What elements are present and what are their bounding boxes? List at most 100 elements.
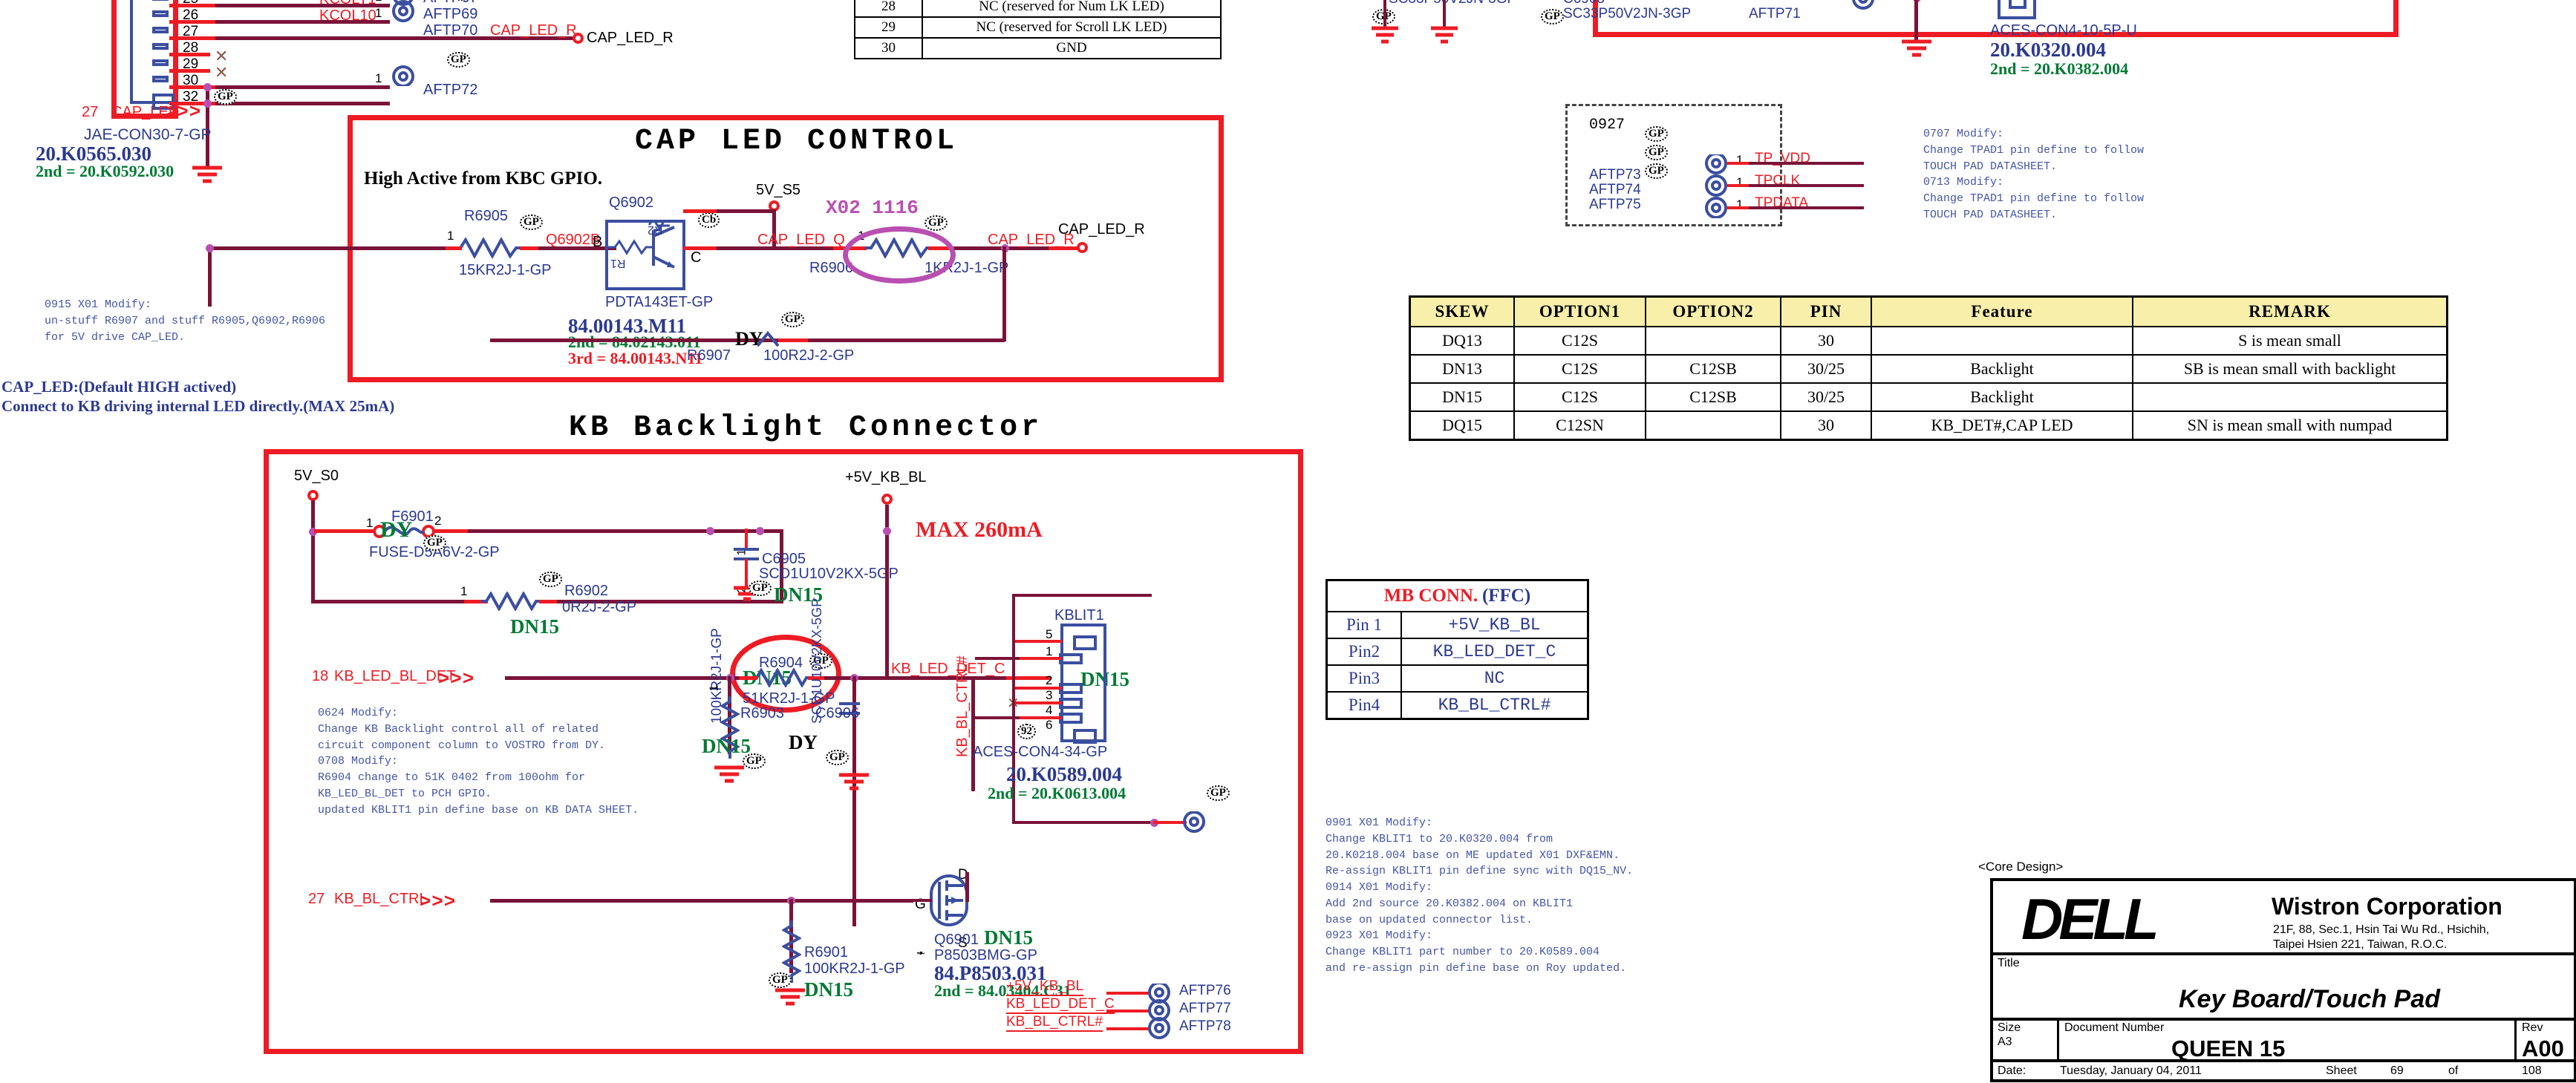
pin-cell: 30	[854, 37, 923, 59]
cell-remark: SN is mean small with numpad	[2132, 410, 2448, 441]
ffc-title-row: MB CONN. (FFC)	[1326, 579, 1589, 612]
title-block-date-row: Date: Tuesday, January 04, 2011 Sheet 69…	[1993, 1062, 2574, 1083]
cell-option1: C12S	[1513, 326, 1646, 356]
cell-pin: 30/25	[1780, 382, 1872, 412]
gp-badge-icon: GP	[1645, 163, 1668, 179]
pin-number-1: 1	[375, 71, 382, 85]
q6902-ref-label: Q6902	[609, 194, 654, 211]
testpoint-symbols	[390, 0, 420, 90]
port-cap-led-r	[573, 33, 584, 44]
ffc-signal-1: +5V_KB_BL	[1401, 611, 1589, 639]
cap-c6903-value: SC33P50V2JN-3GP	[1563, 6, 1692, 22]
cell-option2	[1645, 410, 1781, 441]
gp-badge-icon: GP	[1645, 145, 1668, 160]
touchpad-note: 0707 Modify: Change TPAD1 pin define to …	[1923, 128, 2145, 221]
testpoint-aftp75: AFTP75	[1589, 197, 1641, 212]
junction-dot	[206, 244, 214, 252]
ffc-signal-2: KB_LED_DET_C	[1401, 638, 1589, 666]
table-row: DQ13 C12S 30 S is mean small	[1409, 326, 2448, 356]
date-label: Date:	[1998, 1064, 2026, 1077]
ground-symbol	[189, 165, 225, 187]
net-label-cap-led: CAP_LED	[111, 104, 180, 120]
rail-5v-kb-bl: +5V_KB_BL	[845, 469, 927, 485]
rail-pin-5v-kb-bl	[881, 494, 893, 505]
testpoint-icon	[1183, 811, 1208, 839]
f6901-stuff-dy: DY	[380, 517, 413, 542]
capacitor-symbols	[1370, 0, 1548, 51]
connector-pin-definition-table: 27 NC (reserved for Caps LK LED) 28 NC (…	[854, 0, 1222, 59]
rev-label: Rev	[2522, 1021, 2543, 1034]
r6905-value: 15KR2J-1-GP	[459, 262, 552, 278]
testpoint-aftp71: AFTP71	[1749, 6, 1801, 22]
junction-dot	[203, 99, 212, 108]
junction-dot	[706, 527, 714, 535]
touchpad-connector-pn: 20.K0320.004	[1990, 39, 2107, 61]
q6902-collector-label: C	[691, 249, 702, 266]
pin-number-1: 1	[1736, 175, 1744, 189]
junction-dot	[203, 83, 212, 91]
col-remark: REMARK	[2132, 295, 2448, 327]
touchpad-connector-pn2: 2nd = 20.K0382.004	[1990, 59, 2129, 78]
desc-cell: NC (reserved for Scroll LK LED)	[922, 16, 1222, 39]
net-kb-led-det-c: KB_LED_DET_C	[891, 661, 1005, 677]
q6902-pn3: 3rd = 84.00143.N11	[568, 349, 703, 367]
net-kb-led-bl-det: KB_LED_BL_DET	[334, 668, 456, 684]
gp-badge-icon: GP	[447, 52, 470, 68]
r6907-ref: R6907	[687, 347, 731, 364]
pin-number-1: 1	[708, 684, 721, 692]
kb-connector-ref: JAE-CON30-7-GP	[84, 126, 212, 143]
cell-skew: DQ13	[1409, 326, 1515, 356]
out-net-5v-kb-bl: +5V_KB_BL	[1006, 978, 1084, 996]
q6902-part: PDTA143ET-GP	[605, 294, 714, 310]
r6902-resistor-symbol	[481, 590, 548, 615]
ffc-title-blue: (FFC)	[1481, 586, 1531, 606]
cell-skew: DQ15	[1409, 410, 1515, 441]
touchpad-testpoint-icon	[1852, 0, 1877, 20]
cell-pin: 30	[1780, 410, 1872, 441]
ffc-pin-4: Pin4	[1326, 691, 1402, 720]
gp-badge-icon: GP	[1645, 126, 1668, 142]
page-title: Key Board/Touch Pad	[2179, 985, 2441, 1013]
net-cap-led-q: CAP_LED_Q	[757, 232, 845, 248]
kblit1-revision-note: 0901 X01 Modify: Change KBLIT1 to 20.K03…	[1326, 817, 1634, 975]
c6905-value: SCD1U10V2KX-5GP	[759, 566, 899, 582]
sheet-number: 69	[2390, 1064, 2404, 1077]
q6902-base-label: B	[593, 234, 603, 250]
r6903-value: 100KR2J-1-GP	[709, 628, 725, 724]
ground-symbol	[1899, 39, 1934, 61]
document-number-label: Document Number	[2064, 1021, 2165, 1034]
r6901-dn15: DN15	[804, 978, 853, 1001]
table-row: Pin2 KB_LED_DET_C	[1326, 638, 1589, 666]
gp-badge-icon: GP	[539, 572, 562, 587]
table-row: 29 NC (reserved for Scroll LK LED)	[854, 16, 1222, 39]
pin-number-1: 1	[1888, 0, 1896, 2]
company-address-line2: Taipei Hsien 221, Taiwan, R.O.C.	[2273, 938, 2448, 951]
pin-number-1: 1	[1736, 153, 1744, 167]
sheet-label: Sheet	[2326, 1064, 2357, 1077]
dell-logo: DELL	[2021, 886, 2159, 952]
kblit1-pn2: 2nd = 20.K0613.004	[988, 784, 1126, 802]
total-sheets: 108	[2522, 1064, 2542, 1077]
testpoint-aftp73: AFTP73	[1589, 167, 1641, 183]
cell-remark: S is mean small	[2132, 326, 2448, 356]
q6902-r1-label: R1	[610, 257, 626, 269]
net-kb-bl-ctrl-hash-vertical: KB_BL_CTRL#	[954, 655, 971, 757]
kb-backlight-modify-note: 0624 Modify: Change KB Backlight control…	[318, 707, 639, 817]
ffc-signal-4: KB_BL_CTRL#	[1401, 691, 1589, 720]
kblit1-badge-icon: 92	[1017, 724, 1036, 739]
testpoint-aftp72: AFTP72	[423, 82, 478, 98]
table-row: Pin3 NC	[1326, 664, 1589, 693]
table-header-row: SKEW OPTION1 OPTION2 PIN Feature REMARK	[1409, 295, 2448, 327]
title-block-title-row: Title Key Board/Touch Pad	[1993, 955, 2574, 1021]
table-row: DN15 C12S C12SB 30/25 Backlight	[1409, 382, 2448, 412]
table-row: DN13 C12S C12SB 30/25 Backlight SB is me…	[1409, 354, 2448, 384]
cell-option2: C12SB	[1645, 354, 1781, 384]
pin-number-1: 1	[375, 6, 382, 20]
cell-pin: 30/25	[1780, 354, 1872, 384]
desc-cell: GND	[922, 37, 1222, 59]
net-cap-led-r: CAP_LED_R	[490, 22, 577, 39]
gp-badge-icon	[917, 952, 925, 955]
r6902-ref: R6902	[564, 583, 608, 599]
ffc-title-red: MB CONN.	[1383, 586, 1478, 606]
mb-connector-ffc-table: MB CONN. (FFC) Pin 1 +5V_KB_BL Pin2 KB_L…	[1326, 579, 1589, 720]
